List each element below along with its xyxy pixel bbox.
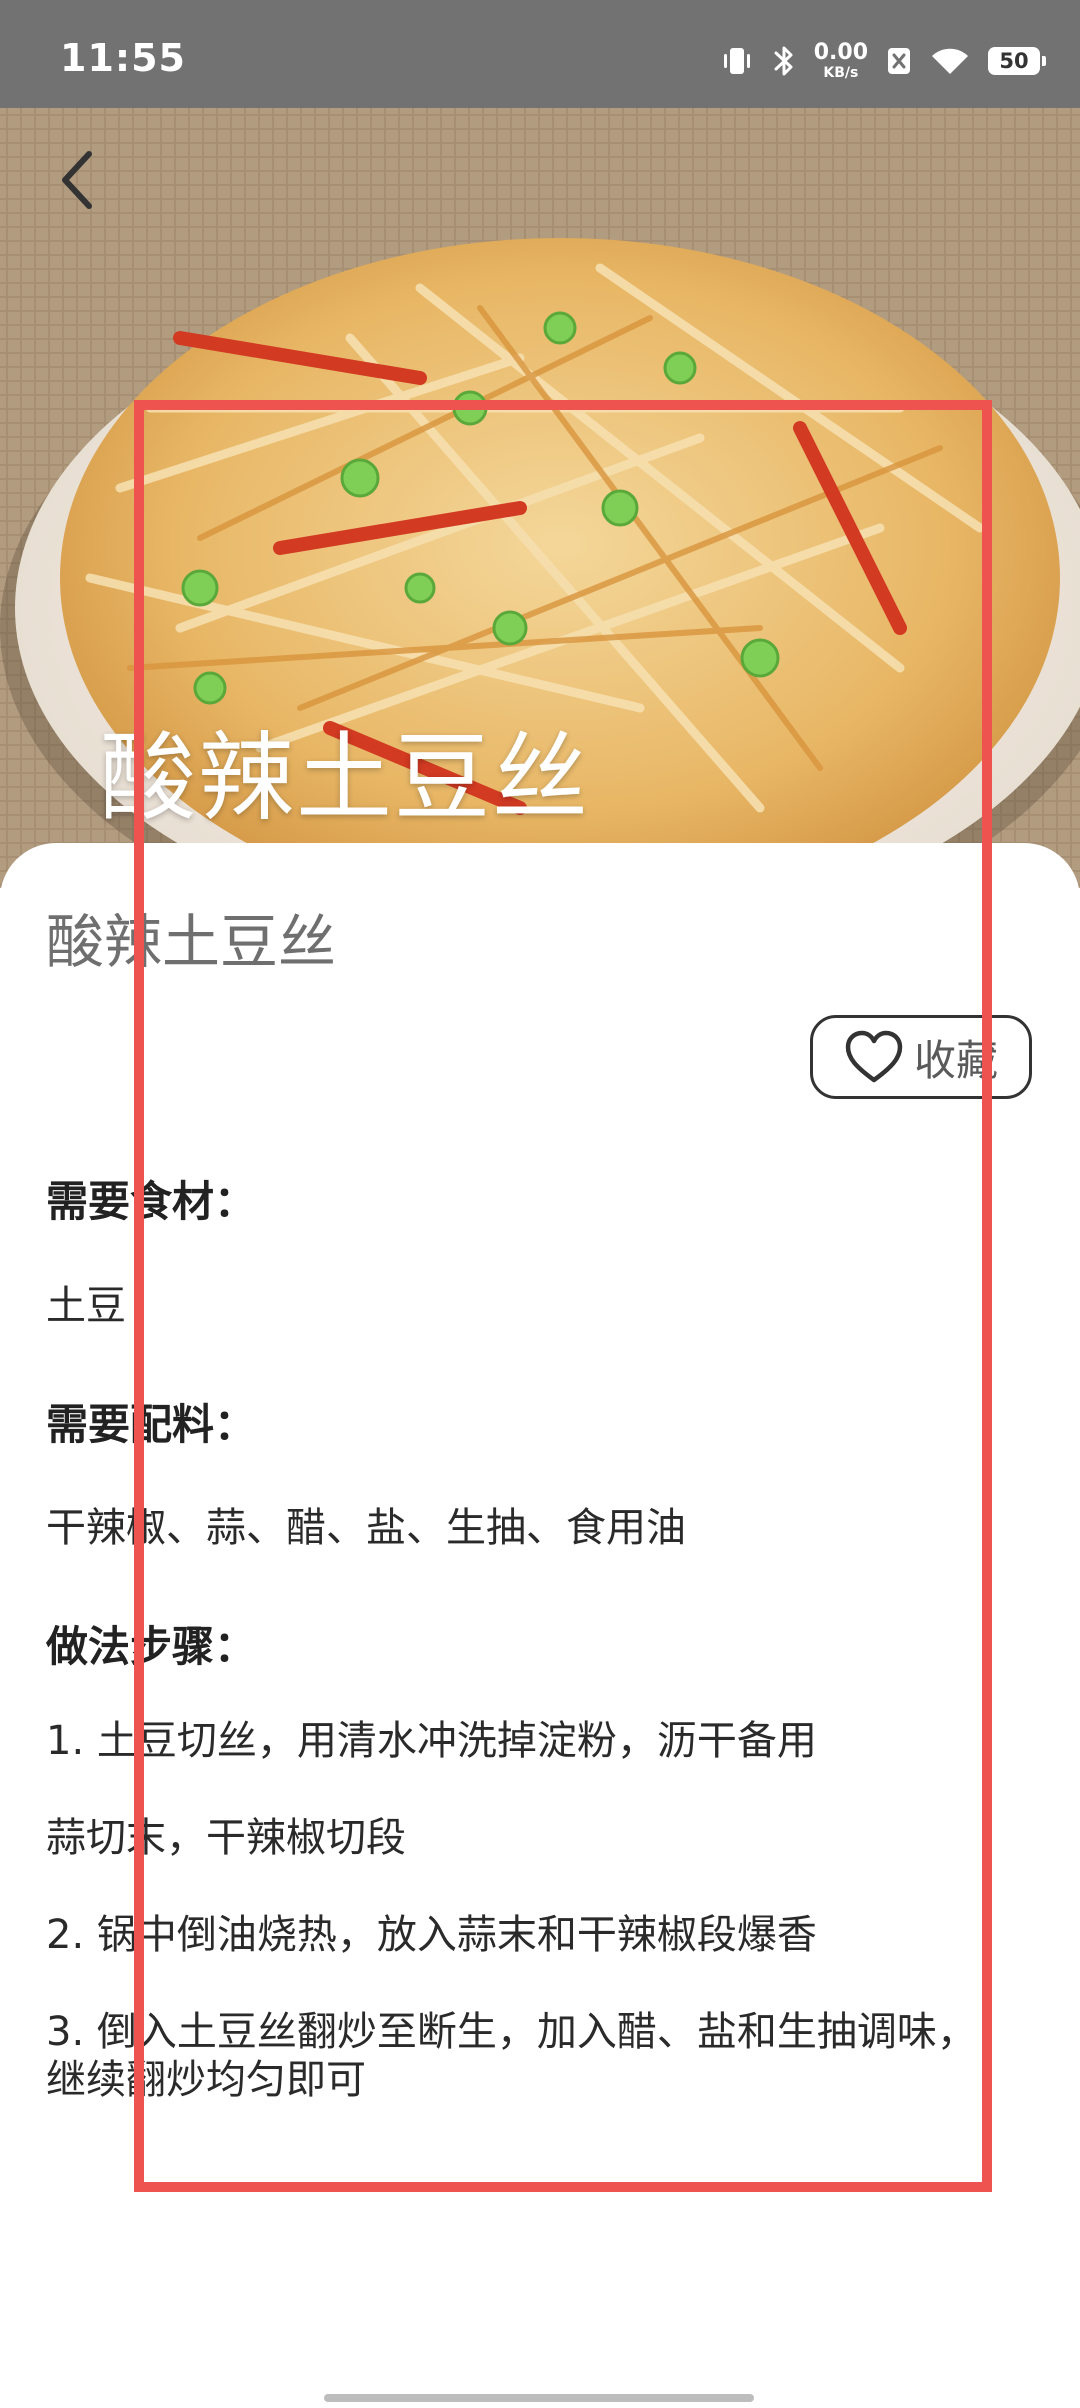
battery-indicator: 50 — [988, 47, 1046, 75]
seasonings-text: 干辣椒、蒜、醋、盐、生抽、食用油 — [46, 1505, 686, 1551]
ingredients-section: 需要食材： — [46, 1168, 256, 1229]
favorite-button[interactable]: 收藏 — [810, 1015, 1032, 1099]
step-item: 继续翻炒均匀即可 — [46, 2057, 366, 2103]
seasonings-content: 干辣椒、蒜、醋、盐、生抽、食用油 — [46, 1495, 686, 1553]
status-time: 11:55 — [60, 36, 186, 80]
ingredients-text: 土豆 — [46, 1283, 126, 1329]
network-speed: 0.00 KB/s — [813, 40, 868, 81]
favorite-label: 收藏 — [913, 1035, 998, 1085]
wifi-icon — [930, 46, 970, 76]
network-speed-value: 0.00 — [813, 40, 868, 65]
back-button[interactable] — [38, 140, 118, 220]
steps-section: 做法步骤： — [46, 1613, 256, 1674]
battery-level: 50 — [999, 49, 1029, 73]
home-indicator[interactable] — [324, 2394, 754, 2402]
heart-outline-icon — [845, 1030, 903, 1083]
sim-off-icon — [886, 46, 912, 76]
recipe-detail-screen: 11:55 0.00 KB/s 50 酸辣土豆丝 酸辣土豆丝 收藏 需要食材： … — [0, 0, 1080, 2408]
chevron-left-icon — [62, 151, 92, 209]
vibrate-icon — [720, 44, 754, 78]
step-item: 2. 锅中倒油烧热，放入蒜末和干辣椒段爆香 — [46, 1912, 817, 1958]
step-item: 3. 倒入土豆丝翻炒至断生，加入醋、盐和生抽调味， — [46, 2009, 977, 2055]
ingredients-title: 需要食材： — [46, 1177, 257, 1226]
ingredients-content: 土豆 — [46, 1273, 126, 1331]
step-item: 1. 土豆切丝，用清水冲洗掉淀粉，沥干备用 — [46, 1718, 817, 1764]
seasonings-title: 需要配料： — [46, 1400, 257, 1449]
hero-title: 酸辣土豆丝 — [100, 722, 590, 834]
dish-name: 酸辣土豆丝 — [46, 908, 337, 976]
recipe-card: 酸辣土豆丝 收藏 需要食材： 土豆 需要配料： 干辣椒、蒜、醋、盐、生抽、食用油… — [0, 843, 1080, 2408]
network-speed-unit: KB/s — [823, 65, 859, 81]
steps-title: 做法步骤： — [46, 1622, 257, 1671]
status-icons: 0.00 KB/s 50 — [720, 40, 1046, 82]
seasonings-section: 需要配料： — [46, 1391, 256, 1452]
step-item: 蒜切末，干辣椒切段 — [46, 1815, 406, 1861]
status-bar: 11:55 0.00 KB/s 50 — [0, 0, 1080, 108]
bluetooth-icon — [772, 43, 796, 79]
